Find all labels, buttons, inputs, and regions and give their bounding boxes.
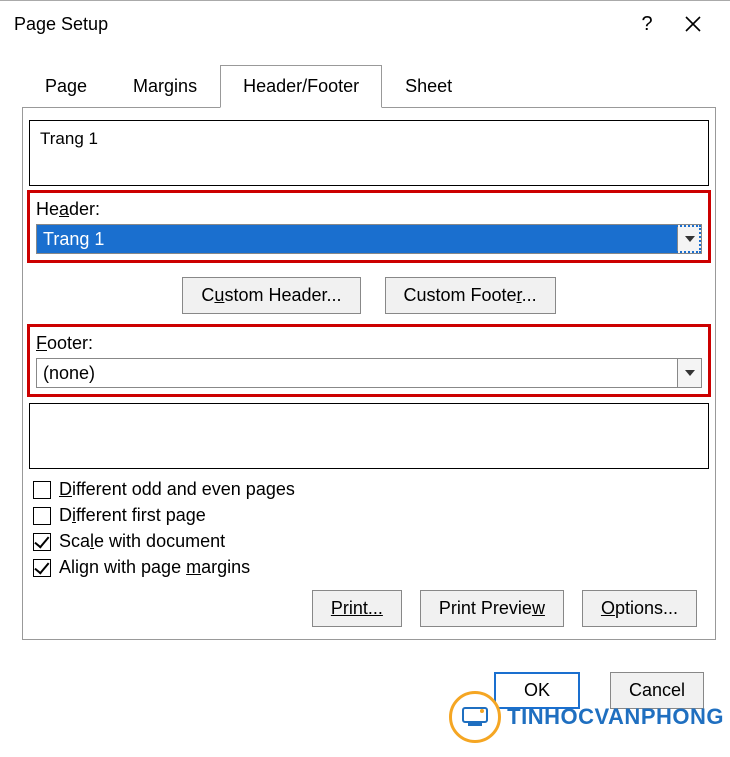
checkbox-icon (33, 559, 51, 577)
help-button[interactable]: ? (624, 1, 670, 47)
titlebar: Page Setup ? (0, 1, 730, 47)
tab-page[interactable]: Page (22, 65, 110, 108)
check-align-page-margins[interactable]: Align with page margins (33, 557, 715, 578)
footer-combobox[interactable]: (none) (36, 358, 702, 388)
footer-preview (29, 403, 709, 469)
checkbox-icon (33, 533, 51, 551)
footer-combobox-value: (none) (37, 359, 677, 387)
footer-label: Footer: (36, 333, 702, 354)
options-button[interactable]: Options... (582, 590, 697, 627)
header-preview: Trang 1 (29, 120, 709, 186)
checkbox-group: Different odd and even pages Different f… (33, 479, 715, 578)
chevron-down-icon (685, 236, 695, 242)
header-label: Header: (36, 199, 702, 220)
header-combobox-button[interactable] (677, 225, 701, 253)
print-buttons-row: Print... Print Preview Options... (23, 590, 697, 627)
print-preview-button[interactable]: Print Preview (420, 590, 564, 627)
header-preview-text: Trang 1 (40, 129, 98, 148)
tab-margins[interactable]: Margins (110, 65, 220, 108)
close-button[interactable] (670, 1, 716, 47)
footer-section-highlight: Footer: (none) (27, 324, 711, 397)
dialog-footer-buttons: OK Cancel (0, 672, 704, 709)
check-diff-odd-even[interactable]: Different odd and even pages (33, 479, 715, 500)
close-icon (684, 15, 702, 33)
check-scale-with-document[interactable]: Scale with document (33, 531, 715, 552)
chevron-down-icon (685, 370, 695, 376)
tab-strip: Page Margins Header/Footer Sheet (22, 65, 730, 108)
tab-header-footer[interactable]: Header/Footer (220, 65, 382, 108)
footer-combobox-button[interactable] (677, 359, 701, 387)
checkbox-icon (33, 481, 51, 499)
print-button[interactable]: Print... (312, 590, 402, 627)
header-combobox-value: Trang 1 (37, 225, 677, 253)
custom-footer-button[interactable]: Custom Footer... (385, 277, 556, 314)
header-section-highlight: Header: Trang 1 (27, 190, 711, 263)
check-diff-first-page[interactable]: Different first page (33, 505, 715, 526)
custom-buttons-row: Custom Header... Custom Footer... (23, 277, 715, 314)
checkbox-icon (33, 507, 51, 525)
tab-sheet[interactable]: Sheet (382, 65, 475, 108)
header-combobox[interactable]: Trang 1 (36, 224, 702, 254)
tab-panel: Trang 1 Header: Trang 1 Custom Header...… (22, 107, 716, 640)
custom-header-button[interactable]: Custom Header... (182, 277, 360, 314)
window-title: Page Setup (14, 14, 624, 35)
ok-button[interactable]: OK (494, 672, 580, 709)
cancel-button[interactable]: Cancel (610, 672, 704, 709)
